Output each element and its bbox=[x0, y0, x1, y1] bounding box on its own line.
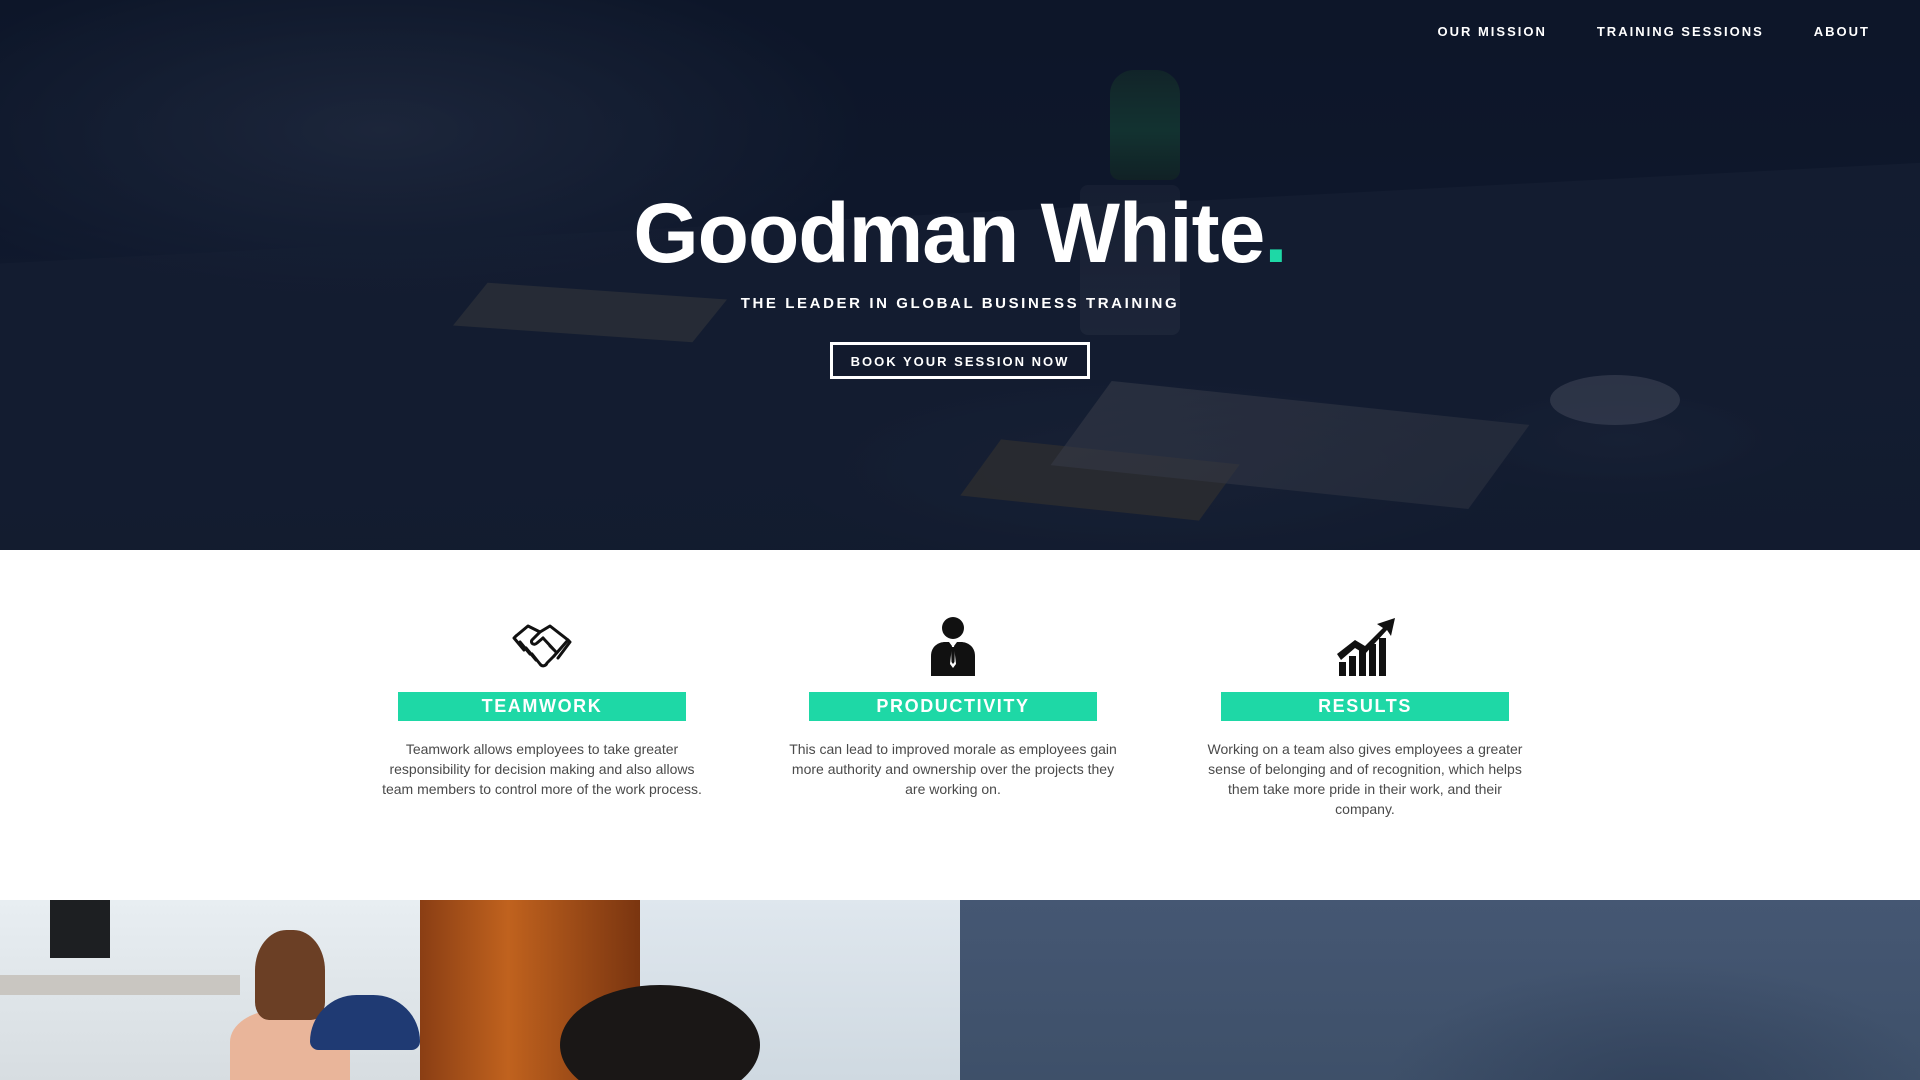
feature-text-teamwork: Teamwork allows employees to take greate… bbox=[382, 741, 702, 797]
hero-section: OUR MISSION TRAINING SESSIONS ABOUT Good… bbox=[0, 0, 1920, 550]
feature-label-results: RESULTS bbox=[1221, 692, 1509, 721]
book-session-button[interactable]: BOOK YOUR SESSION NOW bbox=[829, 342, 1091, 379]
photo-person-head bbox=[255, 930, 325, 1020]
nav-about[interactable]: ABOUT bbox=[1814, 24, 1870, 39]
hero-title-dot: . bbox=[1264, 186, 1287, 280]
top-navigation: OUR MISSION TRAINING SESSIONS ABOUT bbox=[1437, 24, 1870, 39]
photo-desk bbox=[0, 975, 240, 995]
handshake-icon bbox=[512, 624, 572, 668]
feature-text-results: Working on a team also gives employees a… bbox=[1207, 741, 1523, 817]
hero-content: Goodman White. THE LEADER IN GLOBAL BUSI… bbox=[0, 185, 1920, 379]
photo-person-cap bbox=[310, 995, 420, 1050]
nav-our-mission[interactable]: OUR MISSION bbox=[1437, 24, 1546, 39]
office-team-photo bbox=[0, 900, 960, 1080]
feature-results: RESULTS Working on a team also gives emp… bbox=[1195, 614, 1535, 819]
nav-training-sessions[interactable]: TRAINING SESSIONS bbox=[1597, 24, 1764, 39]
feature-productivity: PRODUCTIVITY This can lead to improved m… bbox=[783, 614, 1123, 799]
photo-monitor bbox=[50, 900, 110, 958]
hero-title: Goodman White. bbox=[0, 185, 1920, 281]
feature-label-teamwork: TEAMWORK bbox=[398, 692, 686, 721]
features-section: TEAMWORK Teamwork allows employees to ta… bbox=[0, 550, 1920, 900]
feature-teamwork: TEAMWORK Teamwork allows employees to ta… bbox=[372, 614, 712, 799]
hero-title-text: Goodman White bbox=[633, 186, 1265, 280]
businessman-icon bbox=[931, 617, 975, 676]
hero-subtitle: THE LEADER IN GLOBAL BUSINESS TRAINING bbox=[740, 295, 1180, 312]
feature-label-productivity: PRODUCTIVITY bbox=[809, 692, 1097, 721]
blue-image-panel bbox=[960, 900, 1920, 1080]
growth-chart-icon bbox=[1337, 618, 1395, 676]
feature-text-productivity: This can lead to improved morale as empl… bbox=[789, 741, 1117, 797]
